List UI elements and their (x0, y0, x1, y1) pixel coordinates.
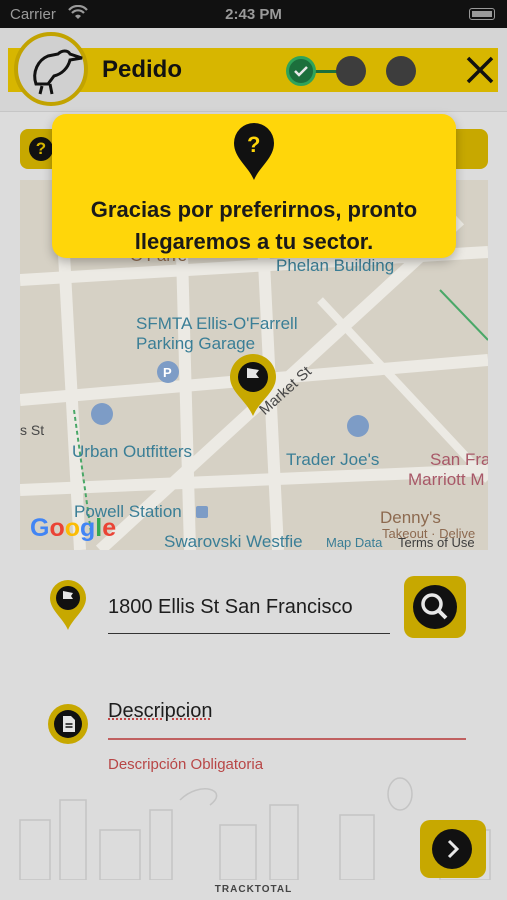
check-icon (294, 66, 308, 77)
location-flag-pin-icon[interactable] (226, 352, 280, 418)
map-label-san-fra: San Fra (430, 450, 488, 469)
map-label-trader: Trader Joe's (286, 450, 380, 469)
terms-of-use-link[interactable]: Terms of Use (398, 535, 475, 550)
step-3-pending (386, 56, 416, 86)
map-label-phelan: Phelan Building (276, 256, 395, 275)
map-label-garage: Parking Garage (136, 334, 256, 353)
toast-message: Gracias por preferirnos, pronto llegarem… (90, 197, 418, 254)
app-logo (14, 32, 88, 106)
flag-pin-icon (50, 580, 86, 630)
next-button[interactable] (420, 820, 486, 878)
map-label-sfmta: SFMTA Ellis-O'Farrell (136, 314, 298, 333)
map-label-marriott: Marriott M (408, 470, 485, 489)
close-icon[interactable] (462, 50, 498, 90)
search-button[interactable] (404, 576, 466, 638)
brand-footer: TRACKTOTAL (214, 884, 293, 895)
svg-text:P: P (163, 365, 172, 380)
battery-icon (469, 8, 495, 20)
page-title: Pedido (102, 56, 183, 83)
address-underline (108, 633, 390, 634)
location-question-icon: ? (234, 123, 274, 180)
map-label-urban: Urban Outfitters (72, 442, 192, 461)
clock: 2:43 PM (225, 6, 282, 23)
search-icon (421, 593, 448, 620)
svg-text:?: ? (247, 132, 260, 157)
address-input[interactable]: 1800 Ellis St San Francisco (108, 596, 353, 619)
status-bar: Carrier 2:43 PM (0, 0, 507, 28)
map-data-link[interactable]: Map Data (326, 535, 382, 550)
map-label-dennys: Denny's (380, 508, 441, 527)
step-1-done (286, 56, 316, 86)
map-label-s-st: s St (20, 422, 45, 438)
delivery-bird-icon (33, 49, 83, 95)
map-label-swarovski: Swarovski Westfie (164, 532, 303, 550)
toast-notification: ? Gracias por preferirnos, pronto llegar… (52, 114, 456, 258)
header: Pedido (0, 28, 507, 112)
description-underline (108, 738, 466, 740)
chevron-right-icon (447, 839, 460, 859)
step-2-pending (336, 56, 366, 86)
google-logo: Google (30, 514, 117, 542)
help-bar-end (456, 129, 488, 169)
description-input[interactable]: Descripcion (108, 700, 212, 723)
question-icon: ? (29, 137, 53, 161)
document-icon (48, 704, 88, 744)
